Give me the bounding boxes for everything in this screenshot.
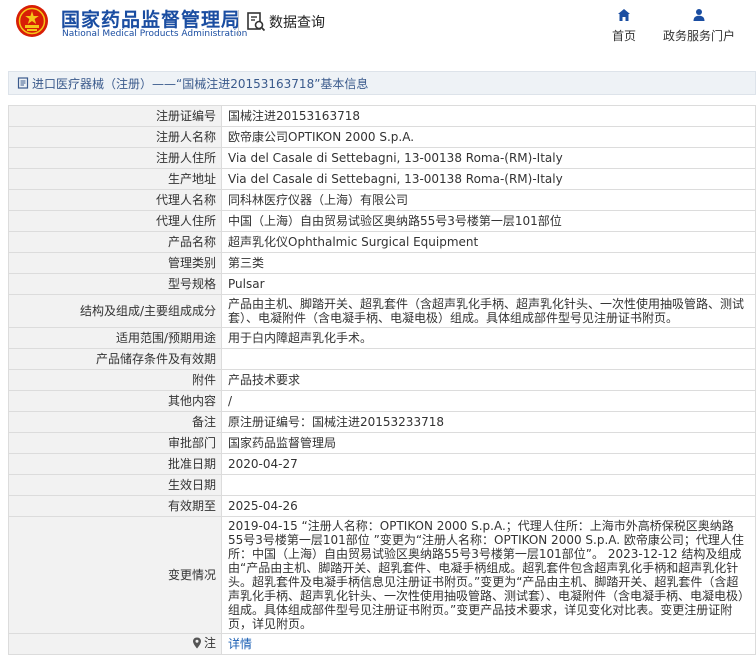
table-row: 产品储存条件及有效期 [8, 348, 756, 370]
field-label: 其他内容 [8, 390, 222, 412]
field-label: 生效日期 [8, 474, 222, 496]
field-value: Via del Casale di Settebagni, 13-00138 R… [221, 168, 756, 190]
table-row: 代理人住所 中国（上海）自由贸易试验区奥纳路55号3号楼第一层101部位 [8, 210, 756, 232]
table-row: 注 详情 [8, 633, 756, 655]
table-row: 管理类别 第三类 [8, 252, 756, 274]
nav-home[interactable]: 首页 [609, 8, 639, 44]
field-value: 欧帝康公司OPTIKON 2000 S.p.A. [221, 126, 756, 148]
field-label: 注册人住所 [8, 147, 222, 169]
field-value: 2019-04-15 “注册人名称：OPTIKON 2000 S.p.A.；代理… [221, 516, 756, 634]
field-label: 附件 [8, 369, 222, 391]
field-value: Via del Casale di Settebagni, 13-00138 R… [221, 147, 756, 169]
site-header: 国家药品监督管理局 National Medical Products Admi… [0, 0, 756, 64]
field-label: 变更情况 [8, 516, 222, 634]
breadcrumb-text: 进口医疗器械（注册）——“国械注进20153163718”基本信息 [32, 76, 369, 91]
nav-home-label: 首页 [611, 29, 636, 43]
field-label: 有效期至 [8, 495, 222, 517]
header-divider [238, 10, 239, 36]
note-label: 注 [192, 636, 216, 650]
note-value: 详情 [221, 633, 756, 655]
data-query-label: 数据查询 [269, 15, 325, 31]
home-icon [618, 9, 630, 21]
field-label: 结构及组成/主要组成成分 [8, 294, 222, 328]
note-label-cell: 注 [8, 633, 222, 655]
field-label: 备注 [8, 411, 222, 433]
site-subtitle: National Medical Products Administration [62, 29, 248, 39]
table-row: 注册人名称 欧帝康公司OPTIKON 2000 S.p.A. [8, 126, 756, 148]
field-label: 批准日期 [8, 453, 222, 475]
field-label: 管理类别 [8, 252, 222, 274]
field-label: 产品名称 [8, 231, 222, 253]
nav-portal-label: 政务服务门户 [662, 29, 735, 43]
field-value: 国械注进20153163718 [221, 105, 756, 127]
table-row: 结构及组成/主要组成成分 产品由主机、脚踏开关、超乳套件（含超声乳化手柄、超声乳… [8, 294, 756, 328]
user-icon [693, 9, 705, 21]
table-row: 有效期至 2025-04-26 [8, 495, 756, 517]
field-value [221, 348, 756, 370]
field-label: 适用范围/预期用途 [8, 327, 222, 349]
field-value: 同科林医疗仪器（上海）有限公司 [221, 189, 756, 211]
table-row: 批准日期 2020-04-27 [8, 453, 756, 475]
field-value: 2020-04-27 [221, 453, 756, 475]
site-title: 国家药品监督管理局 [61, 9, 242, 31]
field-value: 2025-04-26 [221, 495, 756, 517]
field-label: 审批部门 [8, 432, 222, 454]
table-row: 备注 原注册证编号：国械注进20153233718 [8, 411, 756, 433]
table-row: 审批部门 国家药品监督管理局 [8, 432, 756, 454]
details-link[interactable]: 详情 [228, 637, 252, 651]
location-pin-icon [192, 637, 201, 649]
field-value [221, 474, 756, 496]
detail-table: 注册证编号 国械注进20153163718 注册人名称 欧帝康公司OPTIKON… [8, 105, 756, 655]
field-label: 型号规格 [8, 273, 222, 295]
breadcrumb: 进口医疗器械（注册）——“国械注进20153163718”基本信息 [8, 71, 756, 95]
table-row: 产品名称 超声乳化仪Ophthalmic Surgical Equipment [8, 231, 756, 253]
note-label-text: 注 [203, 636, 216, 650]
table-row: 代理人名称 同科林医疗仪器（上海）有限公司 [8, 189, 756, 211]
field-label: 产品储存条件及有效期 [8, 348, 222, 370]
data-query-link[interactable]: 数据查询 [246, 10, 325, 34]
field-label: 代理人住所 [8, 210, 222, 232]
data-query-icon [247, 12, 266, 32]
nav-service-portal[interactable]: 政务服务门户 [660, 8, 738, 44]
field-value: 原注册证编号：国械注进20153233718 [221, 411, 756, 433]
national-emblem-icon [16, 5, 48, 37]
field-value: 国家药品监督管理局 [221, 432, 756, 454]
table-row: 生产地址 Via del Casale di Settebagni, 13-00… [8, 168, 756, 190]
field-label: 注册人名称 [8, 126, 222, 148]
field-value: 产品由主机、脚踏开关、超乳套件（含超声乳化手柄、超声乳化针头、一次性使用抽吸管路… [221, 294, 756, 328]
field-value: / [221, 390, 756, 412]
field-label: 注册证编号 [8, 105, 222, 127]
field-value: 中国（上海）自由贸易试验区奥纳路55号3号楼第一层101部位 [221, 210, 756, 232]
field-value: Pulsar [221, 273, 756, 295]
field-label: 代理人名称 [8, 189, 222, 211]
table-row: 注册证编号 国械注进20153163718 [8, 105, 756, 127]
field-value: 用于白内障超声乳化手术。 [221, 327, 756, 349]
table-row: 适用范围/预期用途 用于白内障超声乳化手术。 [8, 327, 756, 349]
document-icon [17, 77, 29, 89]
field-value: 第三类 [221, 252, 756, 274]
table-row: 变更情况 2019-04-15 “注册人名称：OPTIKON 2000 S.p.… [8, 516, 756, 634]
table-row: 型号规格 Pulsar [8, 273, 756, 295]
table-row: 注册人住所 Via del Casale di Settebagni, 13-0… [8, 147, 756, 169]
field-label: 生产地址 [8, 168, 222, 190]
table-row: 其他内容 / [8, 390, 756, 412]
field-value: 超声乳化仪Ophthalmic Surgical Equipment [221, 231, 756, 253]
table-row: 生效日期 [8, 474, 756, 496]
field-value: 产品技术要求 [221, 369, 756, 391]
table-row: 附件 产品技术要求 [8, 369, 756, 391]
